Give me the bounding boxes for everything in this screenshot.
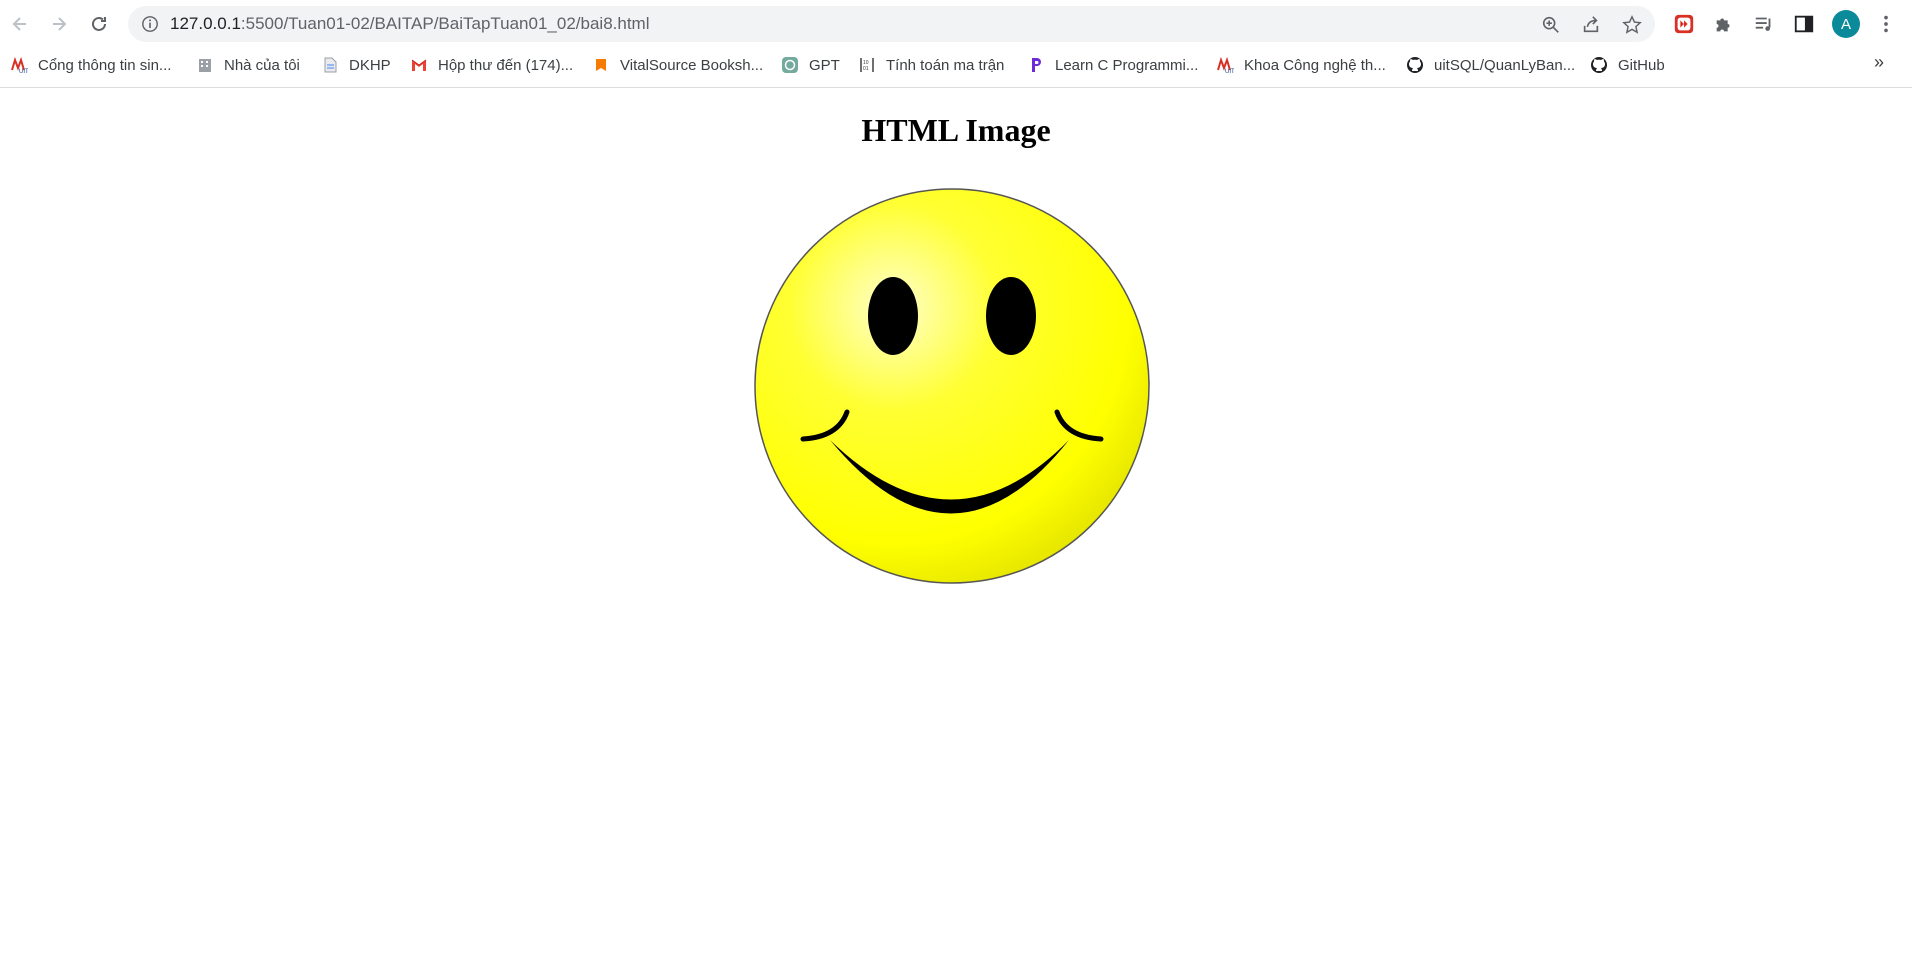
page-title: HTML Image [861,112,1051,148]
bookmark-label: Khoa Công nghệ th... [1244,56,1386,74]
star-icon[interactable] [1621,14,1643,36]
arrow-right-icon [53,17,67,31]
github-icon [1406,56,1424,74]
info-icon[interactable] [140,14,160,34]
zoom-icon[interactable] [1540,14,1562,36]
bookmark-learn-c[interactable]: Learn C Programmi... [1027,52,1198,78]
bookmark-label: Nhà của tôi [224,56,300,74]
profile-avatar[interactable]: A [1832,10,1860,38]
reload-button[interactable] [84,9,114,39]
browser-chrome: 127.0.0.1:5500/Tuan01-02/BAITAP/BaiTapTu… [0,0,1912,88]
bookmark-label: Cổng thông tin sin... [38,56,172,74]
share-icon[interactable] [1580,14,1602,36]
gmail-icon [410,56,428,74]
uit-logo-icon: UIT [10,56,28,74]
uit-logo-icon: UIT [1216,56,1234,74]
reload-icon [92,16,106,31]
bookmark-label: DKHP [349,56,391,74]
building-icon [196,56,214,74]
bookmark-label: Tính toán ma trận [886,56,1005,74]
menu-kebab-icon[interactable] [1874,12,1898,36]
smiley-left-eye [868,277,918,355]
bookmark-label: GPT [809,56,840,74]
vitalsource-icon [592,56,610,74]
url-path: :5500/Tuan01-02/BAITAP/BaiTapTuan01_02/b… [240,14,650,33]
bookmark-uitsql[interactable]: uitSQL/QuanLyBan... [1406,52,1575,78]
bookmark-label: VitalSource Booksh... [620,56,764,74]
bookmark-matrix[interactable]: 10 01 Tính toán ma trận [858,52,1004,78]
svg-text:UIT: UIT [19,69,28,74]
bookmark-gpt[interactable]: GPT [781,52,840,78]
bookmark-label: Learn C Programmi... [1055,56,1199,74]
openai-icon [781,56,799,74]
smiley-right-eye [986,277,1036,355]
bookmark-dkhp[interactable]: DKHP [321,52,391,78]
bookmark-label: uitSQL/QuanLyBan... [1434,56,1576,74]
svg-text:01: 01 [863,66,869,72]
puzzle-icon[interactable] [1712,12,1736,36]
bookmark-github[interactable]: GitHub [1590,52,1665,78]
forward-button[interactable] [44,9,74,39]
extension-red-icon[interactable] [1672,12,1696,36]
bookmark-label: GitHub [1618,56,1665,74]
more-bookmarks-chevron-icon[interactable]: » [1874,52,1884,73]
browser-toolbar: 127.0.0.1:5500/Tuan01-02/BAITAP/BaiTapTu… [0,0,1912,48]
bookmark-cong-thong-tin[interactable]: UIT Cổng thông tin sin... [10,52,171,78]
programiz-icon [1027,56,1045,74]
smiley-face-image [754,188,1150,584]
document-icon [321,56,339,74]
bookmark-nha-cua-toi[interactable]: Nhà của tôi [196,52,300,78]
arrow-left-icon [12,17,26,31]
reading-list-icon[interactable] [1752,12,1776,36]
bookmark-vitalsource[interactable]: VitalSource Booksh... [592,52,763,78]
bookmark-khoa-cntt[interactable]: UIT Khoa Công nghệ th... [1216,52,1386,78]
side-panel-icon[interactable] [1792,12,1816,36]
bookmark-label: Hộp thư đến (174)... [438,56,574,74]
matrix-icon: 10 01 [858,56,876,74]
svg-text:UIT: UIT [1225,69,1234,74]
address-bar[interactable]: 127.0.0.1:5500/Tuan01-02/BAITAP/BaiTapTu… [128,6,1655,42]
smiley-face-circle [754,188,1150,584]
url-text[interactable]: 127.0.0.1:5500/Tuan01-02/BAITAP/BaiTapTu… [170,14,650,34]
github-icon [1590,56,1608,74]
back-button[interactable] [5,9,35,39]
bookmarks-bar: UIT Cổng thông tin sin... Nhà của tôi DK… [0,50,1912,80]
url-host: 127.0.0.1 [170,14,241,33]
bookmark-gmail[interactable]: Hộp thư đến (174)... [410,52,573,78]
